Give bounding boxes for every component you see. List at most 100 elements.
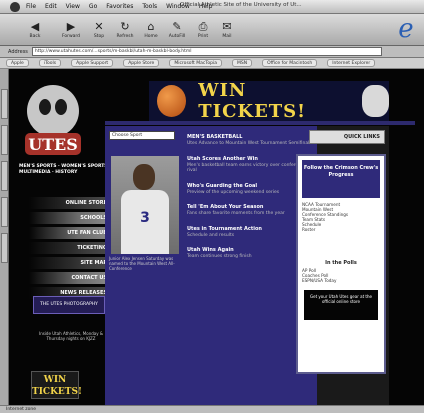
nav-item-online-store[interactable]: ONLINE STORE	[29, 197, 111, 209]
menu-edit[interactable]: Edit	[45, 3, 57, 10]
nav-item-site-map[interactable]: SITE MAP	[29, 257, 111, 269]
poll-link[interactable]: ESPN/USA Today	[302, 278, 380, 283]
home-button[interactable]: ⌂ Home	[138, 17, 164, 43]
news-summary[interactable]: Men's basketball team earns victory over…	[187, 163, 313, 174]
basketball-icon	[157, 85, 187, 117]
explorer-bar-tabs	[0, 69, 9, 405]
autofill-button[interactable]: ✎ AutoFill	[164, 17, 190, 43]
history-side-tab[interactable]	[1, 125, 8, 155]
news-headline[interactable]: Utah Wins Again	[187, 247, 313, 253]
favorite-link[interactable]: Apple Store	[123, 59, 160, 67]
news-headline[interactable]: Utes in Tournament Action	[187, 226, 313, 232]
news-summary[interactable]: Schedule and results	[187, 233, 313, 239]
search-side-tab[interactable]	[1, 161, 8, 191]
news-item: Utah Wins Again Team continues strong fi…	[187, 247, 313, 260]
main-column: Choose Sport 3 Junior Alex Jensen Saturd…	[105, 126, 317, 405]
news-headline[interactable]: Tell 'Em About Your Season	[187, 204, 313, 210]
header-rule	[105, 121, 415, 125]
polls-heading: In the Polls	[325, 260, 357, 266]
news-item: Who's Guarding the Goal Preview of the u…	[187, 183, 313, 196]
favorites-bar: Apple iTools Apple Support Apple Store M…	[0, 58, 424, 69]
scrapbook-side-tab[interactable]	[1, 197, 8, 227]
news-list: MEN'S BASKETBALL Utes Advance to Mountai…	[187, 134, 313, 269]
news-summary[interactable]: Preview of the upcoming weekend series	[187, 190, 313, 196]
status-bar: Internet zone	[0, 405, 424, 413]
news-summary[interactable]: Fans share favorite moments from the yea…	[187, 211, 313, 217]
news-item: Utes in Tournament Action Schedule and r…	[187, 226, 313, 239]
nav-item-ute-fan-club[interactable]: UTE FAN CLUB	[29, 227, 111, 239]
win-small-line1: WIN	[43, 375, 67, 385]
news-summary[interactable]: Team continues strong finish	[187, 254, 313, 260]
apple-menu-icon[interactable]	[10, 1, 20, 12]
player-photo[interactable]: 3	[111, 156, 179, 254]
utes-logo[interactable]: UTES	[21, 81, 85, 159]
favorites-side-tab[interactable]	[1, 89, 8, 119]
mascot-icon	[361, 85, 390, 117]
jersey-number: 3	[140, 210, 150, 226]
news-headline[interactable]: Who's Guarding the Goal	[187, 183, 313, 189]
favorite-link[interactable]: Office for Macintosh	[262, 59, 318, 67]
nav-item-ticketing[interactable]: TICKETING	[29, 242, 111, 254]
news-summary[interactable]: Utes Advance to Mountain West Tournament…	[187, 141, 313, 147]
follow-link[interactable]: Roster	[302, 227, 380, 232]
store-promo-box[interactable]: Get your Utah Utes gear at the official …	[304, 290, 378, 320]
menu-favorites[interactable]: Favorites	[106, 3, 133, 10]
logo-mascot-head	[27, 85, 79, 137]
follow-panel-title: Follow the Crimson Crew's Progress	[302, 160, 380, 198]
autofill-icon: ✎	[172, 20, 182, 33]
quick-links-button[interactable]: QUICK LINKS	[309, 130, 385, 144]
sport-links[interactable]: MEN'S SPORTS · WOMEN'S SPORTS · MULTIMED…	[19, 164, 114, 176]
print-icon: ⎙	[198, 20, 208, 33]
favorite-link[interactable]: iTools	[38, 59, 62, 67]
stop-button[interactable]: ✕ Stop	[86, 17, 112, 43]
sport-select[interactable]: Choose Sport	[109, 131, 175, 140]
refresh-icon: ↻	[120, 20, 130, 33]
favorite-link[interactable]: Internet Explorer	[327, 59, 376, 67]
browser-toolbar: ◀ Back ▶ Forward ✕ Stop ↻ Refresh ⌂ Home…	[0, 14, 424, 46]
print-button[interactable]: ⎙ Print	[190, 17, 216, 43]
address-bar: Address http://www.utahutes.com/...sport…	[0, 46, 424, 58]
menu-file[interactable]: File	[26, 3, 36, 10]
left-navigation: ONLINE STORE SCHOOLS UTE FAN CLUB TICKET…	[29, 197, 111, 302]
internet-explorer-logo-icon: e	[398, 14, 414, 44]
mail-button[interactable]: ✉ Mail	[214, 17, 240, 43]
address-input[interactable]: http://www.utahutes.com/...sports/m-bask…	[31, 47, 382, 56]
nav-item-schools[interactable]: SCHOOLS	[29, 212, 111, 224]
mail-icon: ✉	[222, 20, 232, 33]
news-headline[interactable]: Utah Scores Another Win	[187, 156, 313, 162]
stop-icon: ✕	[94, 20, 104, 33]
address-label: Address	[8, 48, 28, 55]
refresh-button[interactable]: ↻ Refresh	[112, 17, 138, 43]
follow-progress-panel: Follow the Crimson Crew's Progress NCAA …	[296, 154, 386, 374]
win-tickets-small-banner[interactable]: WIN TICKETS!	[31, 371, 82, 399]
win-tickets-banner[interactable]: WIN TICKETS!	[149, 80, 390, 122]
photography-promo-button[interactable]: THE UTES PHOTOGRAPHY	[33, 296, 105, 314]
photo-caption: Junior Alex Jensen Saturday was named to…	[109, 256, 175, 271]
tv-promo-text: Inside Utah Athletics, Monday & Thursday…	[39, 331, 103, 341]
menu-tools[interactable]: Tools	[142, 3, 157, 10]
forward-button[interactable]: ▶ Forward	[58, 17, 84, 43]
banner-text: WIN TICKETS!	[198, 80, 307, 122]
favorite-link[interactable]: Apple Support	[71, 59, 114, 67]
favorite-link[interactable]: Microsoft MacTopia	[169, 59, 222, 67]
player-head	[133, 164, 155, 190]
favorite-link[interactable]: Apple	[6, 59, 29, 67]
logo-text: UTES	[28, 135, 78, 154]
nav-item-contact-us[interactable]: CONTACT US	[29, 272, 111, 284]
forward-arrow-icon: ▶	[66, 20, 76, 33]
polls-links: AP Poll Coaches Poll ESPN/USA Today	[302, 268, 380, 283]
logo-right-eye	[55, 99, 67, 115]
favorite-link[interactable]: MSN	[231, 59, 253, 67]
window-title: Official Athletic Site of the University…	[180, 2, 302, 8]
web-page-content: UTES WIN TICKETS! MEN'S SPORTS · WOMEN'S…	[9, 69, 424, 405]
news-item: MEN'S BASKETBALL Utes Advance to Mountai…	[187, 134, 313, 147]
back-button[interactable]: ◀ Back	[22, 17, 48, 43]
home-icon: ⌂	[147, 20, 155, 33]
news-headline[interactable]: MEN'S BASKETBALL	[187, 134, 313, 140]
menu-go[interactable]: Go	[89, 3, 97, 10]
menu-bar: File Edit View Go Favorites Tools Window…	[0, 0, 424, 14]
menu-view[interactable]: View	[66, 3, 80, 10]
news-item: Utah Scores Another Win Men's basketball…	[187, 156, 313, 174]
page-holder-side-tab[interactable]	[1, 233, 8, 263]
follow-links: NCAA Tournament Mountain West Conference…	[302, 202, 380, 232]
